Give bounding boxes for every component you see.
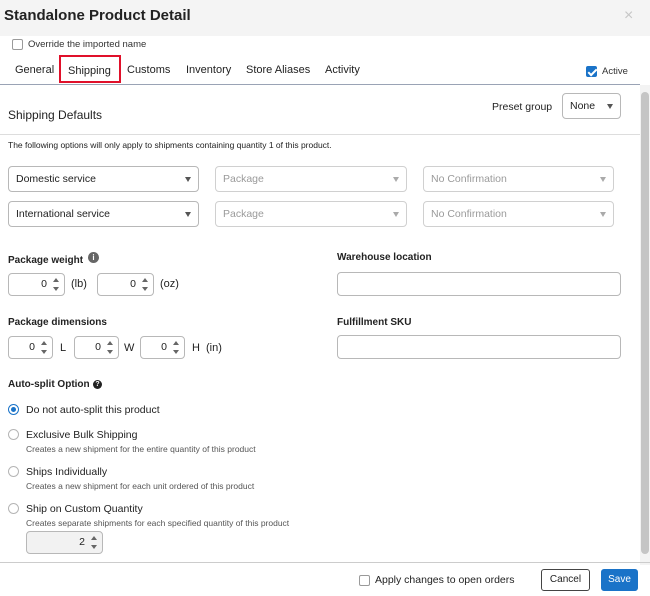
active-label: Active (602, 66, 628, 77)
fulfillment-sku-input[interactable] (337, 335, 621, 359)
radio-ships-individually[interactable] (8, 466, 19, 477)
chevron-down-icon (393, 212, 399, 217)
cancel-button[interactable]: Cancel (541, 569, 590, 591)
preset-group-value: None (570, 100, 596, 112)
domestic-service-value: Domestic service (16, 173, 96, 185)
autosplit-label: Auto-split Option (8, 379, 90, 390)
warehouse-location-input[interactable] (337, 272, 621, 296)
preset-group-select[interactable]: None (562, 93, 621, 119)
tab-store-aliases[interactable]: Store Aliases (246, 64, 310, 76)
tab-shipping[interactable]: Shipping (68, 65, 111, 77)
custom-quantity-value: 2 (79, 536, 85, 548)
spinner-icon[interactable] (41, 341, 48, 354)
chevron-down-icon (393, 177, 399, 182)
shipping-note: The following options will only apply to… (8, 140, 332, 150)
chevron-down-icon (607, 104, 613, 109)
dimension-h-unit: H (192, 342, 200, 354)
radio-ships-individually-label: Ships Individually (26, 466, 108, 478)
apply-open-orders-checkbox[interactable] (359, 575, 370, 586)
package-weight-label: Package weight (8, 255, 84, 266)
package-dimensions-label: Package dimensions (8, 317, 107, 328)
weight-lb-input[interactable]: 0 (8, 273, 65, 296)
international-service-value: International service (16, 208, 110, 220)
spinner-icon[interactable] (107, 341, 114, 354)
scrollbar-thumb[interactable] (641, 92, 649, 554)
tab-inventory[interactable]: Inventory (186, 64, 231, 76)
warehouse-location-label: Warehouse location (337, 252, 432, 263)
help-icon[interactable]: ? (93, 380, 102, 389)
close-icon[interactable]: × (624, 7, 633, 25)
chevron-down-icon (185, 212, 191, 217)
radio-no-autosplit[interactable] (8, 404, 19, 415)
override-label: Override the imported name (28, 39, 147, 50)
domestic-package-value: Package (223, 173, 264, 185)
weight-lb-value: 0 (41, 278, 47, 290)
active-checkbox[interactable] (586, 66, 597, 77)
spinner-icon[interactable] (53, 278, 60, 291)
radio-custom-quantity-desc: Creates separate shipments for each spec… (26, 518, 290, 528)
dialog-title: Standalone Product Detail (4, 7, 191, 24)
radio-custom-quantity[interactable] (8, 503, 19, 514)
tab-divider (0, 84, 640, 85)
dimension-w-input[interactable]: 0 (74, 336, 119, 359)
dimension-l-unit: L (60, 342, 67, 354)
dimension-h-input[interactable]: 0 (140, 336, 185, 359)
international-package-value: Package (223, 208, 264, 220)
international-confirmation-value: No Confirmation (431, 208, 507, 220)
chevron-down-icon (600, 212, 606, 217)
tab-customs[interactable]: Customs (127, 64, 170, 76)
dimension-l-value: 0 (29, 341, 35, 353)
override-checkbox[interactable] (12, 39, 23, 50)
international-package-select[interactable]: Package (215, 201, 407, 227)
dimension-l-input[interactable]: 0 (8, 336, 53, 359)
international-service-select[interactable]: International service (8, 201, 199, 227)
domestic-package-select[interactable]: Package (215, 166, 407, 192)
preset-group-label: Preset group (492, 101, 553, 113)
footer-divider (0, 562, 650, 563)
radio-exclusive-bulk[interactable] (8, 429, 19, 440)
weight-oz-unit: (oz) (160, 278, 179, 290)
international-confirmation-select[interactable]: No Confirmation (423, 201, 614, 227)
domestic-confirmation-value: No Confirmation (431, 173, 507, 185)
dimension-h-value: 0 (161, 341, 167, 353)
spinner-icon[interactable] (173, 341, 180, 354)
tab-general[interactable]: General (15, 64, 54, 76)
weight-lb-unit: (lb) (71, 278, 87, 290)
radio-exclusive-bulk-desc: Creates a new shipment for the entire qu… (26, 444, 256, 454)
chevron-down-icon (600, 177, 606, 182)
radio-ships-individually-desc: Creates a new shipment for each unit ord… (26, 481, 255, 491)
chevron-down-icon (185, 177, 191, 182)
custom-quantity-input[interactable]: 2 (26, 531, 103, 554)
radio-exclusive-bulk-label: Exclusive Bulk Shipping (26, 429, 138, 441)
info-icon[interactable]: i (88, 252, 99, 263)
tab-activity[interactable]: Activity (325, 64, 360, 76)
section-divider (0, 134, 640, 135)
radio-custom-quantity-label: Ship on Custom Quantity (26, 503, 143, 515)
radio-no-autosplit-label: Do not auto-split this product (26, 404, 160, 416)
domestic-service-select[interactable]: Domestic service (8, 166, 199, 192)
dimension-w-value: 0 (95, 341, 101, 353)
dimension-w-unit: W (124, 342, 135, 354)
domestic-confirmation-select[interactable]: No Confirmation (423, 166, 614, 192)
spinner-icon[interactable] (91, 536, 98, 549)
dimension-in-unit: (in) (206, 342, 222, 354)
weight-oz-input[interactable]: 0 (97, 273, 154, 296)
weight-oz-value: 0 (130, 278, 136, 290)
shipping-defaults-title: Shipping Defaults (8, 108, 103, 122)
apply-open-orders-label: Apply changes to open orders (375, 574, 515, 586)
save-button[interactable]: Save (601, 569, 638, 591)
fulfillment-sku-label: Fulfillment SKU (337, 317, 412, 328)
spinner-icon[interactable] (142, 278, 149, 291)
